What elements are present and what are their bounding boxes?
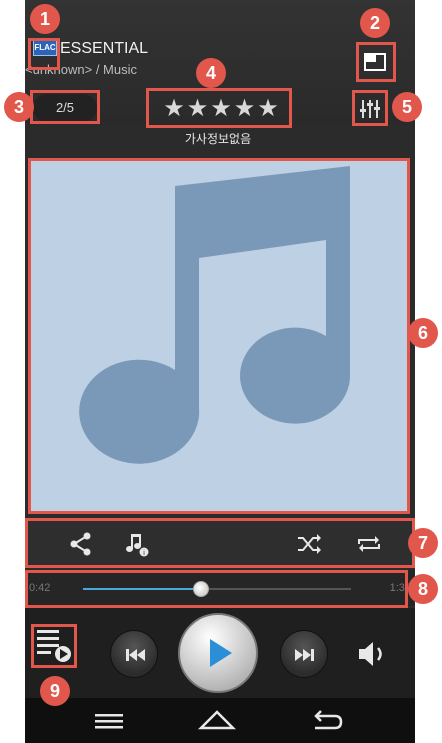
annotation-frame-4 [146,88,292,128]
home-icon[interactable] [197,706,237,736]
next-icon [295,649,314,661]
annotation-badge-5: 5 [392,92,422,122]
annotation-frame-2 [356,42,396,82]
annotation-frame-6 [28,158,410,514]
playback-controls [25,608,415,698]
annotation-badge-8: 8 [408,574,438,604]
annotation-badge-2: 2 [360,8,390,38]
annotation-frame-9 [31,624,77,668]
play-button[interactable] [178,613,258,693]
previous-button[interactable] [110,630,158,678]
annotation-badge-6: 6 [408,318,438,348]
annotation-badge-9: 9 [40,676,70,706]
lyrics-status: 가사정보없음 [184,132,252,146]
annotation-frame-8 [25,570,408,608]
menu-icon[interactable] [89,706,129,736]
play-icon [210,639,232,667]
annotation-badge-1: 1 [30,4,60,34]
annotation-frame-5 [352,90,388,126]
back-icon[interactable] [307,706,347,736]
previous-icon [126,649,145,661]
annotation-badge-4: 4 [196,58,226,88]
annotation-frame-1 [28,38,60,70]
annotation-frame-7 [25,518,415,568]
track-title: ESSENTIAL [60,40,149,57]
annotation-badge-7: 7 [408,528,438,558]
volume-icon[interactable] [353,634,395,674]
annotation-badge-3: 3 [4,92,34,122]
annotation-frame-3 [30,90,100,124]
next-button[interactable] [280,630,328,678]
system-nav-bar [25,698,415,743]
